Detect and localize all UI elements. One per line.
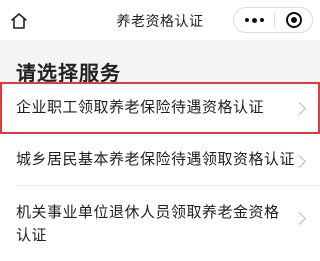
target-ring xyxy=(286,12,302,28)
service-item-enterprise-pension[interactable]: 企业职工领取养老保险待遇资格认证 xyxy=(0,82,320,134)
chevron-right-icon xyxy=(293,155,306,168)
navigation-bar: 养老资格认证 xyxy=(0,0,320,40)
chevron-right-icon xyxy=(293,102,306,115)
service-list: 企业职工领取养老保险待遇资格认证 城乡居民基本养老保险待遇领取资格认证 机关事业… xyxy=(0,82,320,261)
service-item-label: 城乡居民基本养老保险待遇领取资格认证 xyxy=(16,150,296,168)
service-item-urban-rural-pension[interactable]: 城乡居民基本养老保险待遇领取资格认证 xyxy=(0,134,320,186)
more-dots-icon[interactable] xyxy=(234,8,274,32)
service-item-label: 机关事业单位退休人员领取养老金资格认证 xyxy=(16,203,280,244)
service-item-institution-retiree-pension[interactable]: 机关事业单位退休人员领取养老金资格认证 xyxy=(0,186,320,261)
chevron-right-icon xyxy=(293,212,306,225)
service-item-label: 企业职工领取养老保险待遇资格认证 xyxy=(16,98,265,116)
close-miniapp-icon[interactable] xyxy=(275,8,313,32)
dot xyxy=(252,17,257,23)
miniapp-capsule xyxy=(233,7,313,33)
dot xyxy=(245,18,249,22)
dot xyxy=(260,18,264,22)
